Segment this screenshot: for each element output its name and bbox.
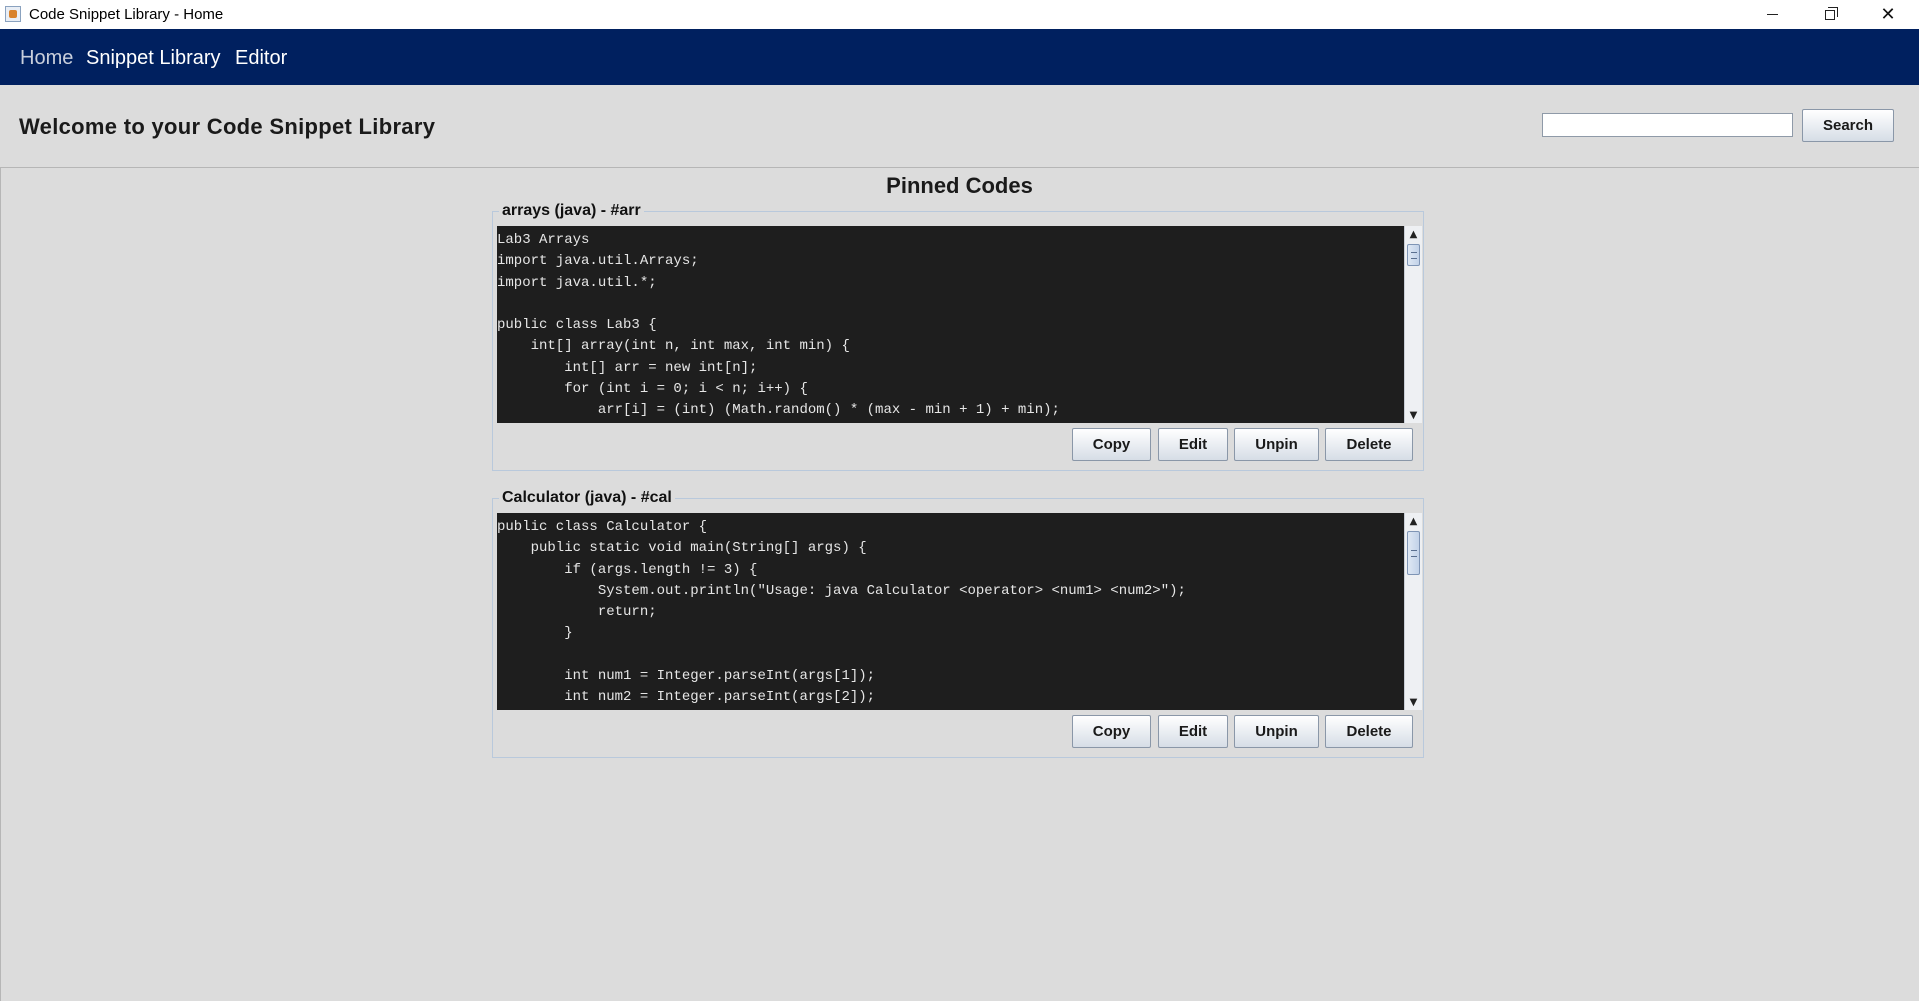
code-content: public class Calculator { public static … xyxy=(497,519,1186,706)
minimize-icon xyxy=(1766,14,1778,15)
edit-button[interactable]: Edit xyxy=(1158,715,1228,748)
java-app-icon xyxy=(5,6,21,22)
minimize-button[interactable] xyxy=(1743,0,1801,29)
delete-button[interactable]: Delete xyxy=(1325,428,1413,461)
window-title-bar: Code Snippet Library - Home ✕ xyxy=(0,0,1919,29)
arrow-down-icon[interactable]: ▼ xyxy=(1405,694,1422,710)
restore-icon xyxy=(1825,6,1838,20)
close-button[interactable]: ✕ xyxy=(1859,0,1917,29)
section-title-pinned: Pinned Codes xyxy=(886,173,1033,198)
arrow-up-icon[interactable]: ▲ xyxy=(1405,226,1422,242)
code-content: Lab3 Arrays import java.util.Arrays; imp… xyxy=(497,232,1060,419)
snippet-card: Calculator (java) - #cal public class Ca… xyxy=(492,489,1424,758)
nav-item-home[interactable]: Home xyxy=(20,47,73,70)
delete-button[interactable]: Delete xyxy=(1325,715,1413,748)
scrollbar-thumb[interactable] xyxy=(1407,531,1420,575)
maximize-button[interactable] xyxy=(1801,0,1859,29)
edit-button[interactable]: Edit xyxy=(1158,428,1228,461)
page-title: Welcome to your Code Snippet Library xyxy=(19,114,436,139)
unpin-button[interactable]: Unpin xyxy=(1234,715,1319,748)
nav-bar: Home Snippet Library Editor xyxy=(0,29,1919,85)
arrow-up-icon[interactable]: ▲ xyxy=(1405,513,1422,529)
nav-item-snippet-library[interactable]: Snippet Library xyxy=(86,47,221,70)
search-input[interactable] xyxy=(1542,113,1793,137)
search-button[interactable]: Search xyxy=(1802,109,1894,142)
vertical-scrollbar[interactable]: ▲ ▼ xyxy=(1404,226,1422,423)
close-icon: ✕ xyxy=(1880,3,1896,25)
code-text-area[interactable]: public class Calculator { public static … xyxy=(497,513,1404,710)
content-border xyxy=(0,167,1,1001)
nav-item-editor[interactable]: Editor xyxy=(235,47,287,70)
copy-button[interactable]: Copy xyxy=(1072,428,1151,461)
arrow-down-icon[interactable]: ▼ xyxy=(1405,407,1422,423)
snippet-title: arrays (java) - #arr xyxy=(499,202,644,220)
window-title: Code Snippet Library - Home xyxy=(29,6,224,23)
scrollbar-thumb[interactable] xyxy=(1407,244,1420,266)
snippet-title: Calculator (java) - #cal xyxy=(499,489,675,507)
unpin-button[interactable]: Unpin xyxy=(1234,428,1319,461)
snippet-card: arrays (java) - #arr Lab3 Arrays import … xyxy=(492,202,1424,471)
header-divider xyxy=(0,167,1919,168)
copy-button[interactable]: Copy xyxy=(1072,715,1151,748)
code-text-area[interactable]: Lab3 Arrays import java.util.Arrays; imp… xyxy=(497,226,1404,423)
vertical-scrollbar[interactable]: ▲ ▼ xyxy=(1404,513,1422,710)
